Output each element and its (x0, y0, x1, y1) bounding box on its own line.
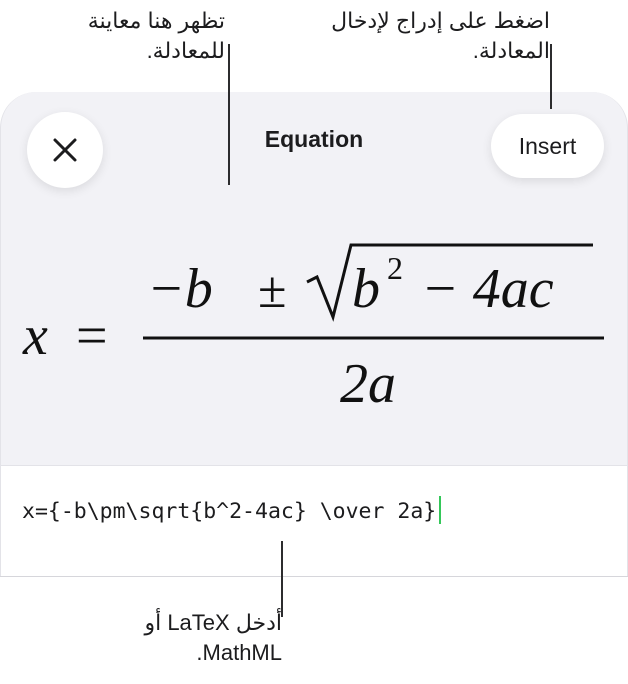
equation-lhs: x (22, 305, 48, 367)
equation-equals: = (76, 305, 108, 367)
callout-latex-line-1: أدخل LaTeX أو (144, 610, 282, 635)
equation-input-text: x={-b\pm\sqrt{b^2-4ac} \over 2a} (22, 499, 437, 524)
radicand-rest: − 4ac (421, 258, 554, 320)
callout-preview-line-1: تظهر هنا معاينة (87, 8, 225, 33)
equation-input-field[interactable]: x={-b\pm\sqrt{b^2-4ac} \over 2a} (1, 465, 627, 577)
callout-insert-line-1: اضغط على إدراج لإدخال (331, 8, 550, 33)
equation-preview: x = −b ± b 2 − 4ac 2a (22, 243, 604, 415)
leader-line-latex (281, 541, 283, 617)
equation-input-value[interactable]: x={-b\pm\sqrt{b^2-4ac} \over 2a} (22, 496, 442, 527)
numerator-minus-b: −b (147, 258, 213, 320)
callout-insert-line-2: المعادلة. (472, 38, 550, 63)
callout-insert-note: اضغط على إدراج لإدخال المعادلة. (290, 6, 550, 66)
sheet-header: Equation Insert (1, 92, 627, 202)
equation-sheet: Equation Insert x = −b ± b 2 − 4ac 2a x=… (0, 92, 628, 577)
leader-line-insert (550, 44, 552, 109)
sheet-bottom-border (0, 576, 628, 577)
numerator-plus-minus: ± (258, 262, 287, 319)
callout-latex-note: أدخل LaTeX أو MathML. (90, 608, 282, 668)
denominator: 2a (340, 353, 396, 415)
text-caret (439, 496, 442, 524)
insert-button[interactable]: Insert (491, 114, 604, 178)
leader-line-preview (228, 44, 230, 185)
callout-latex-line-2: MathML. (196, 640, 282, 665)
callout-preview-line-2: للمعادلة. (146, 38, 225, 63)
radicand-exponent: 2 (387, 250, 403, 286)
callout-preview-note: تظهر هنا معاينة للمعادلة. (20, 6, 225, 66)
radicand-b: b (352, 258, 380, 320)
